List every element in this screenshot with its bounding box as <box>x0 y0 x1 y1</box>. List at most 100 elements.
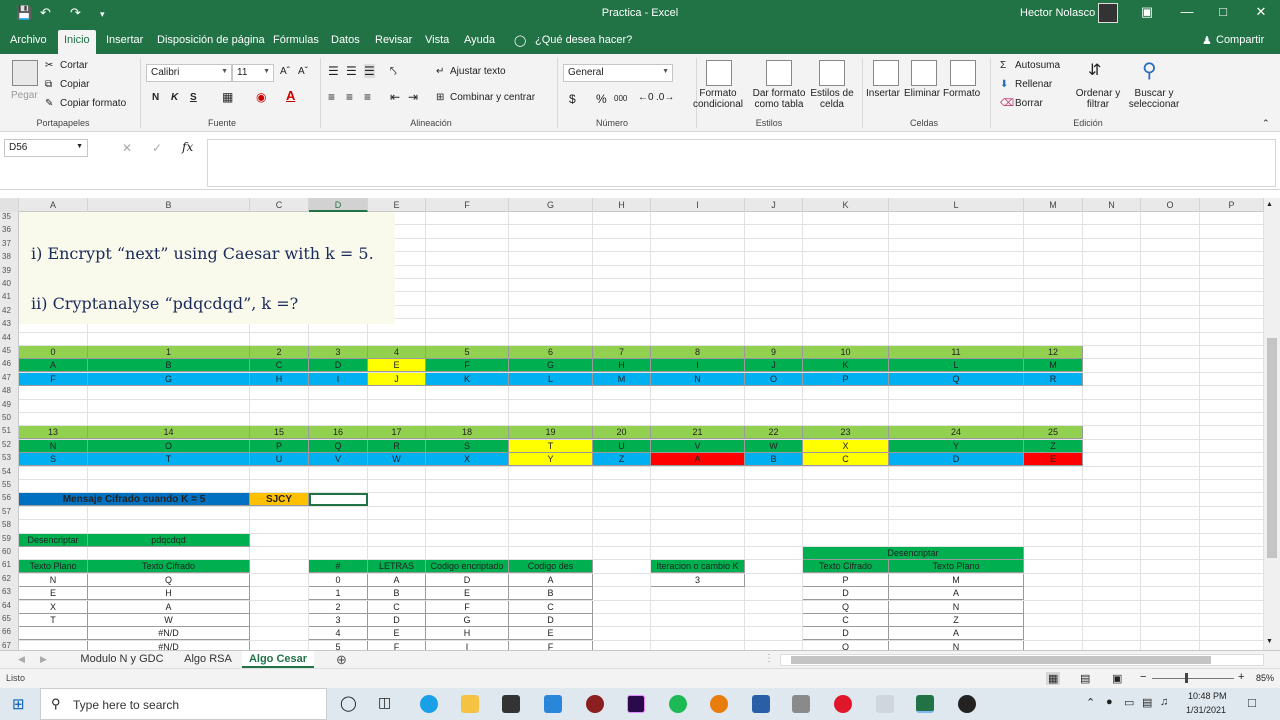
font-size-select[interactable]: 11 ▼ <box>232 64 274 82</box>
alphabet-cipher-cell[interactable]: Y <box>509 453 593 467</box>
iteration-value[interactable]: 3 <box>651 573 745 587</box>
cell-styles-icon[interactable] <box>819 60 845 86</box>
alphabet-index-cell[interactable]: 0 <box>19 346 88 359</box>
decrypt-table-header[interactable]: Texto Plano <box>889 560 1024 574</box>
decrypt-input[interactable]: pdqcdqd <box>88 533 250 547</box>
redo-icon[interactable]: ↷ <box>70 5 81 21</box>
cipher-cell[interactable]: A <box>88 600 250 614</box>
letters-table-cell[interactable]: E <box>368 627 426 641</box>
cipher-message-label[interactable]: Mensaje Cifrado cuando K = 5 <box>19 493 250 507</box>
format-table-button[interactable]: Dar formato como tabla <box>749 88 809 110</box>
alphabet-plain-cell[interactable]: N <box>19 439 88 453</box>
row-header-59[interactable]: 59 <box>0 534 18 543</box>
tab-ayuda[interactable]: Ayuda <box>464 34 495 46</box>
alphabet-index-cell[interactable]: 8 <box>651 346 745 359</box>
collapse-ribbon-icon[interactable]: ⌃ <box>1262 118 1270 129</box>
plain-cell[interactable] <box>19 627 88 641</box>
letters-table-cell[interactable]: A <box>509 573 593 587</box>
row-header-42[interactable]: 42 <box>0 306 18 315</box>
select-all-button[interactable] <box>0 198 19 212</box>
alphabet-plain-cell[interactable]: L <box>889 359 1024 373</box>
alphabet-plain-cell[interactable]: D <box>309 359 368 373</box>
zoom-out-button[interactable]: − <box>1140 671 1146 683</box>
alphabet-cipher-cell[interactable]: D <box>889 453 1024 467</box>
sheet-tab-rsa[interactable]: Algo RSA <box>176 651 240 668</box>
decrypt-table-cell[interactable]: N <box>889 600 1024 614</box>
decrease-decimal-icon[interactable]: .0→ <box>656 92 674 103</box>
alphabet-cipher-cell[interactable]: X <box>426 453 509 467</box>
edge-icon[interactable] <box>420 695 438 713</box>
autosum-button[interactable]: Autosuma <box>1015 60 1060 71</box>
scroll-thumb[interactable] <box>1267 338 1277 558</box>
alphabet-index-cell[interactable]: 17 <box>368 426 426 440</box>
orientation-icon[interactable]: ⤣ <box>390 64 397 79</box>
row-header-48[interactable]: 48 <box>0 386 18 395</box>
alphabet-cipher-cell[interactable]: I <box>309 372 368 386</box>
alphabet-cipher-cell[interactable]: L <box>509 372 593 386</box>
plain-cell[interactable]: X <box>19 600 88 614</box>
alphabet-plain-cell[interactable]: Q <box>309 439 368 453</box>
alphabet-index-cell[interactable]: 23 <box>803 426 889 440</box>
iteration-label[interactable]: Iteracion o cambio K <box>651 560 745 574</box>
alphabet-cipher-cell[interactable]: E <box>1024 453 1083 467</box>
bold-button[interactable]: N <box>152 92 159 103</box>
alphabet-plain-cell[interactable]: B <box>88 359 250 373</box>
column-header-k[interactable]: K <box>803 198 889 212</box>
alphabet-index-cell[interactable]: 2 <box>250 346 309 359</box>
increase-indent-icon[interactable]: ⇥ <box>408 90 418 104</box>
alphabet-cipher-cell[interactable]: N <box>651 372 745 386</box>
file-explorer-icon[interactable] <box>461 695 479 713</box>
align-middle-icon[interactable]: ☰ <box>346 64 357 78</box>
cipher-cell[interactable]: #N/D <box>88 640 250 650</box>
insert-cells-icon[interactable] <box>873 60 899 86</box>
alphabet-plain-cell[interactable]: Z <box>1024 439 1083 453</box>
undo-icon[interactable]: ↶ <box>40 5 51 21</box>
paste-icon[interactable] <box>12 60 38 86</box>
decrypt-table-cell[interactable]: A <box>889 627 1024 641</box>
plain-cell[interactable]: N <box>19 573 88 587</box>
alphabet-cipher-cell[interactable]: W <box>368 453 426 467</box>
paste-button[interactable]: Pegar <box>11 90 38 101</box>
spotify-icon[interactable] <box>669 695 687 713</box>
letters-table-cell[interactable]: 4 <box>309 627 368 641</box>
opera-icon[interactable] <box>834 695 852 713</box>
clear-button[interactable]: Borrar <box>1015 98 1043 109</box>
column-header-e[interactable]: E <box>368 198 426 212</box>
copy-icon[interactable]: ⧉ <box>45 79 52 90</box>
alphabet-cipher-cell[interactable]: P <box>803 372 889 386</box>
sort-filter-button[interactable]: Ordenar y filtrar <box>1070 88 1126 110</box>
format-table-icon[interactable] <box>766 60 792 86</box>
letters-table-cell[interactable]: 1 <box>309 587 368 601</box>
letters-table-cell[interactable]: E <box>509 627 593 641</box>
alphabet-plain-cell[interactable]: J <box>745 359 803 373</box>
premiere-icon[interactable] <box>627 695 645 713</box>
row-header-54[interactable]: 54 <box>0 467 18 476</box>
alphabet-plain-cell[interactable]: C <box>250 359 309 373</box>
alphabet-cipher-cell[interactable]: V <box>309 453 368 467</box>
alphabet-cipher-cell[interactable]: T <box>88 453 250 467</box>
enter-icon[interactable]: ✓ <box>152 141 162 155</box>
decrypt-table-cell[interactable]: Z <box>889 614 1024 627</box>
row-header-46[interactable]: 46 <box>0 359 18 368</box>
customize-quick-access-icon[interactable]: ▾ <box>100 9 105 20</box>
row-header-53[interactable]: 53 <box>0 453 18 462</box>
column-header-h[interactable]: H <box>593 198 651 212</box>
row-header-66[interactable]: 66 <box>0 627 18 636</box>
column-header-f[interactable]: F <box>426 198 509 212</box>
column-header-a[interactable]: A <box>19 198 88 212</box>
virtualbox-icon[interactable] <box>752 695 770 713</box>
alphabet-cipher-cell[interactable]: H <box>250 372 309 386</box>
alphabet-cipher-cell[interactable]: B <box>745 453 803 467</box>
davinci-icon[interactable] <box>586 695 604 713</box>
maximize-icon[interactable]: □ <box>1208 4 1238 19</box>
save-icon[interactable]: 💾 <box>16 5 32 21</box>
letters-table-cell[interactable]: E <box>426 587 509 601</box>
wrap-text-button[interactable]: Ajustar texto <box>450 66 506 77</box>
alphabet-plain-cell[interactable]: V <box>651 439 745 453</box>
alphabet-cipher-cell[interactable]: F <box>19 372 88 386</box>
windows-start-icon[interactable]: ⊞ <box>12 695 25 713</box>
letters-table-cell[interactable]: D <box>426 573 509 587</box>
alphabet-cipher-cell[interactable]: G <box>88 372 250 386</box>
row-header-61[interactable]: 61 <box>0 560 18 569</box>
ribbon-display-options-icon[interactable]: ▣ <box>1132 4 1162 20</box>
